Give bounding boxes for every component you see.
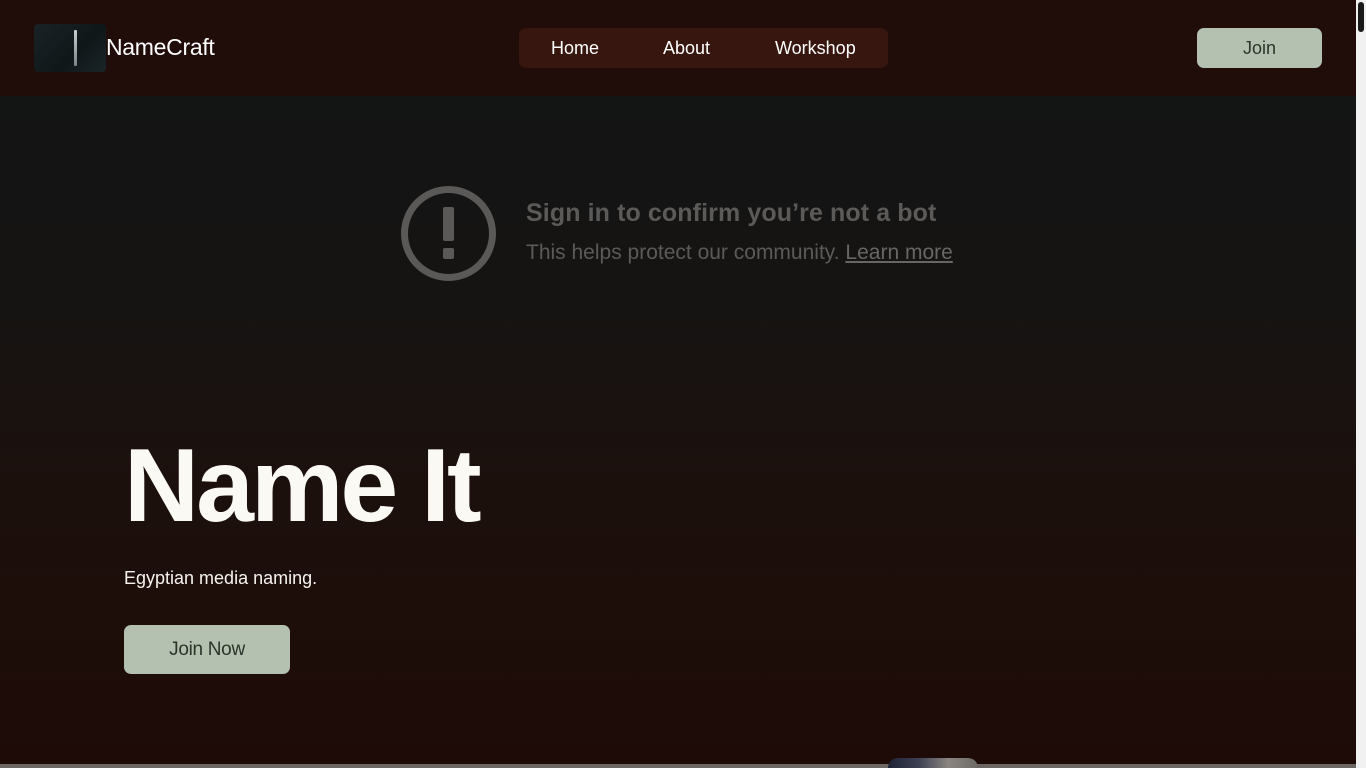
alert-circle-icon: [401, 186, 496, 281]
nav-link-workshop[interactable]: Workshop: [775, 28, 856, 68]
scrollbar-thumb[interactable]: [1358, 2, 1364, 32]
nav-link-home[interactable]: Home: [551, 28, 599, 68]
logo-image[interactable]: [34, 24, 106, 72]
hero-subtitle: Egyptian media naming.: [124, 568, 318, 588]
join-button[interactable]: Join: [1197, 28, 1322, 68]
brand-name[interactable]: NameCraft: [106, 33, 215, 61]
notice-title: Sign in to confirm you’re not a bot: [526, 199, 937, 227]
scrollbar[interactable]: [1356, 0, 1366, 768]
nav-link-about[interactable]: About: [663, 28, 710, 68]
hero-title: Name It: [124, 428, 482, 544]
bottom-image-peek: [888, 758, 978, 768]
learn-more-link[interactable]: Learn more: [845, 241, 952, 264]
join-now-button[interactable]: Join Now: [124, 625, 290, 674]
site-header: NameCraft Home About Workshop Join: [0, 0, 1356, 96]
pen-graphic: [74, 30, 77, 66]
notice-subtitle-text: This helps protect our community.: [526, 241, 840, 264]
main-nav: Home About Workshop: [519, 28, 888, 68]
section-divider: [0, 764, 1356, 768]
notice-subtitle: This helps protect our community. Learn …: [526, 241, 953, 265]
